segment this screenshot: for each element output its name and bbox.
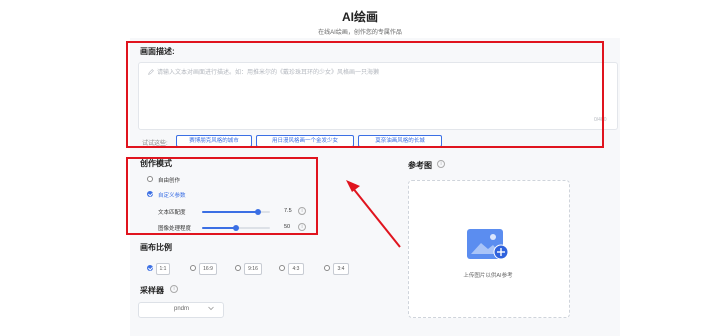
ratio-option-3-4[interactable]: 3:4 [333,263,349,275]
page-title: AI绘画 [341,10,378,24]
radio-custom-params[interactable] [147,191,153,197]
slider-image-strength-label: 图像处理程度 [158,226,192,232]
reference-label: 参考图 [408,161,432,170]
upload-hint-text: 上传图片以供AI参考 [463,273,513,279]
radio-free-creation[interactable] [147,176,153,182]
mode-label: 创作模式 [140,159,172,168]
ratio-radio-4-3[interactable] [279,265,285,271]
ratio-radio-16-9[interactable] [190,265,196,271]
sampler-label: 采样器 [140,286,164,295]
info-icon: i [298,223,306,231]
slider-text-match-fill [202,211,258,213]
ratio-label: 画布比例 [140,243,172,252]
annotation-arrow-icon [346,180,401,248]
slider-image-strength-handle[interactable] [233,225,239,231]
chevron-down-icon [208,306,214,311]
ratio-option-4-3[interactable]: 4:3 [288,263,304,275]
slider-image-strength-value: 50 [284,224,291,230]
slider-text-match-value: 7.5 [284,208,292,214]
sampler-select-value: pndm [174,306,190,312]
info-icon: i [170,285,178,293]
option-custom-params-label: 自定义参数 [158,193,186,199]
page-subtitle: 在线AI绘画，创作您的专属作品 [318,30,402,36]
ratio-option-1-1[interactable]: 1:1 [156,263,170,275]
slider-text-match-label: 文本匹配度 [158,210,186,216]
highlight-box-description [126,41,604,148]
info-icon: i [298,207,306,215]
ratio-radio-1-1[interactable] [147,265,153,271]
option-free-creation-label: 自由创作 [158,178,181,184]
ratio-radio-9-16[interactable] [235,265,241,271]
slider-text-match-handle[interactable] [255,209,261,215]
image-upload-icon [467,229,509,260]
ratio-radio-3-4[interactable] [324,265,330,271]
slider-image-strength-fill [202,227,236,229]
ratio-option-16-9[interactable]: 16:9 [199,263,217,275]
ratio-option-9-16[interactable]: 9:16 [244,263,262,275]
info-icon: i [437,160,445,168]
